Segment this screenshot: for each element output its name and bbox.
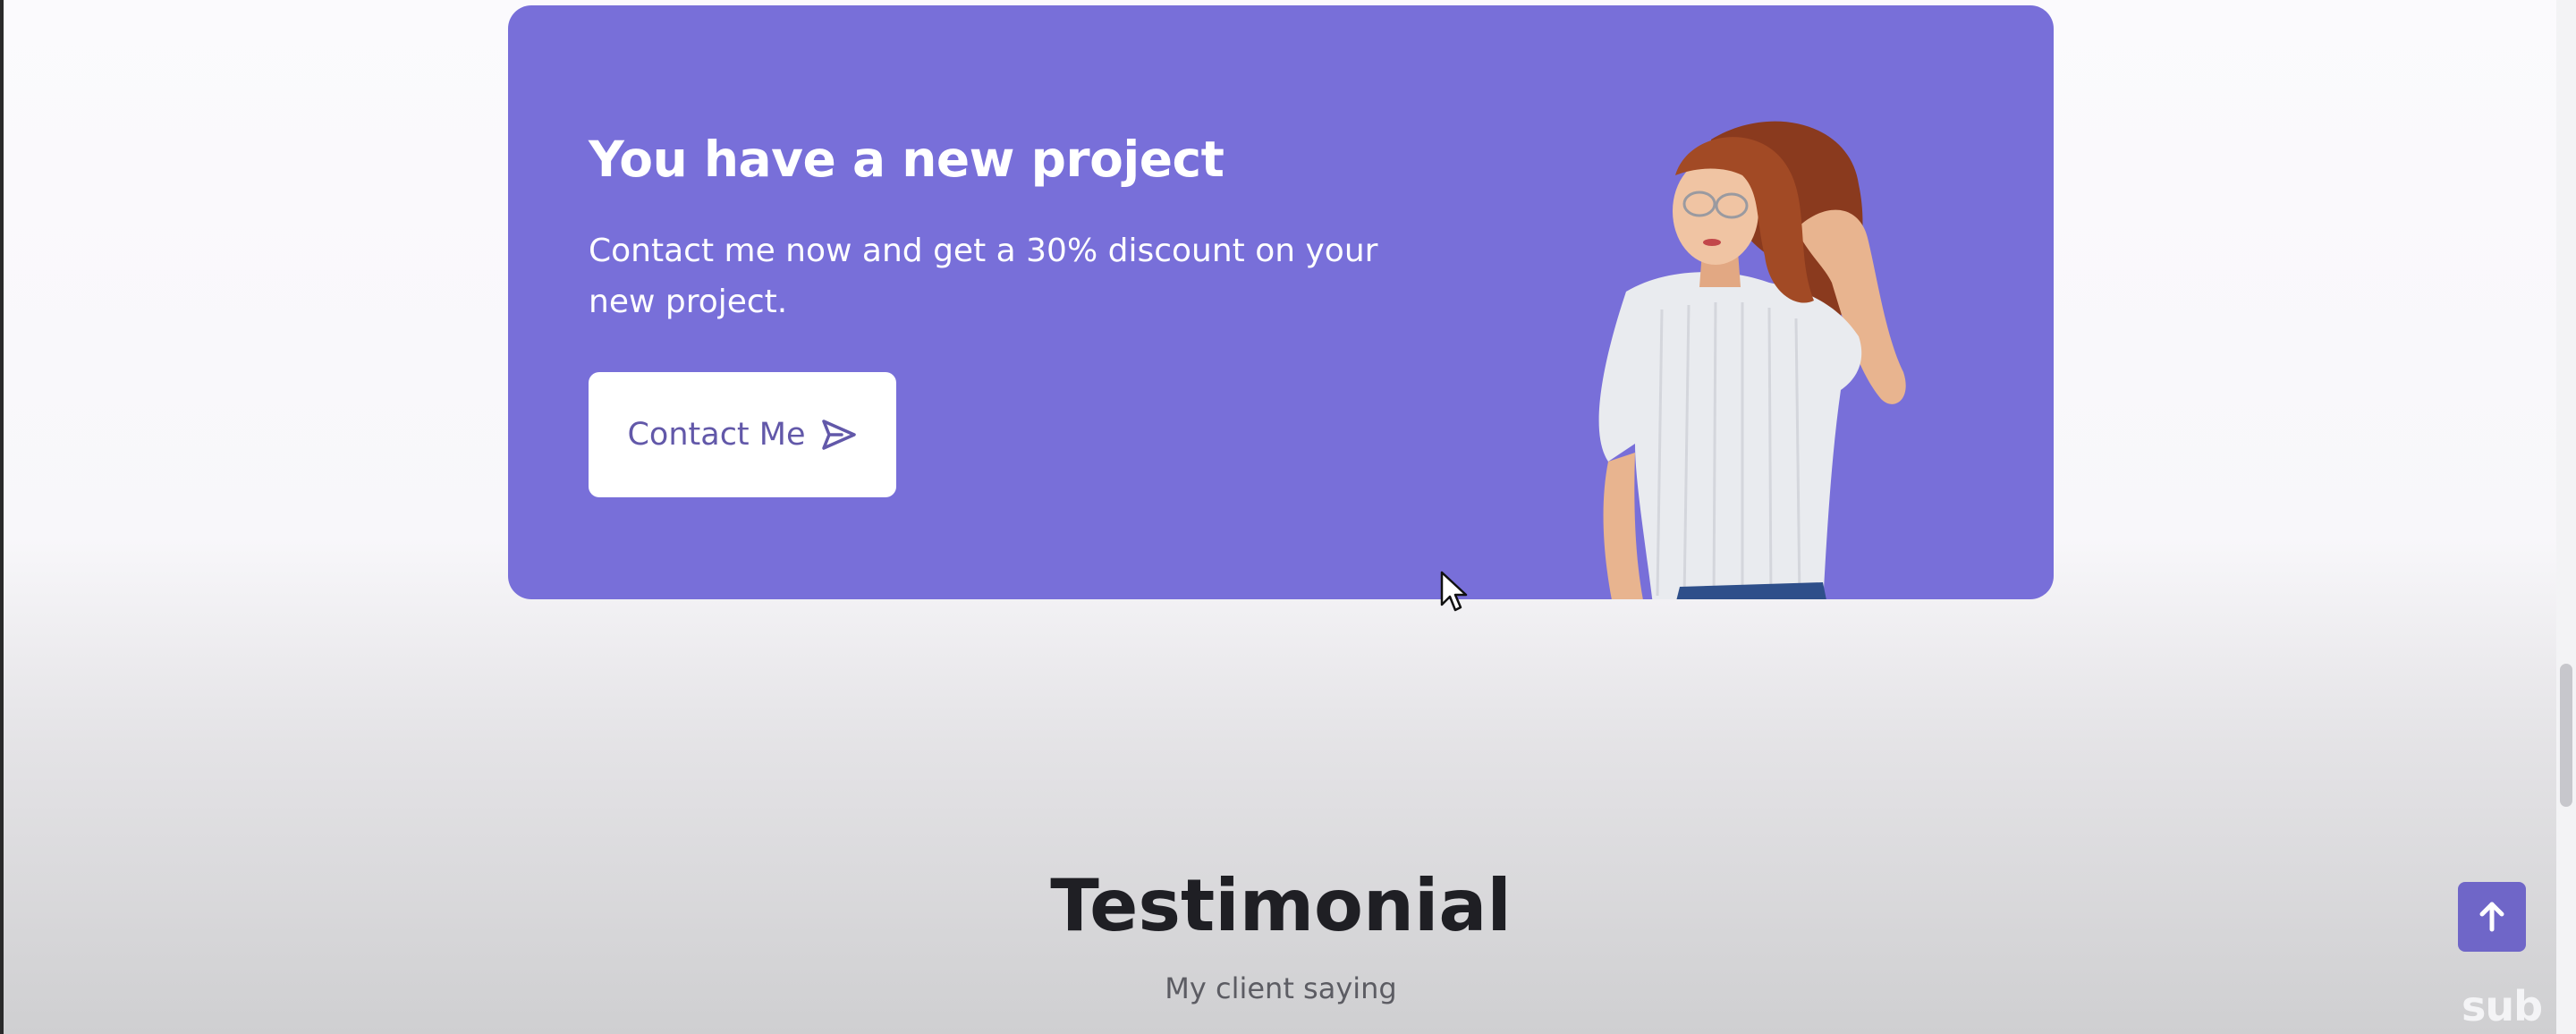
project-banner: You have a new project Contact me now an… xyxy=(508,5,2054,599)
scrollbar-track[interactable] xyxy=(2556,0,2576,1034)
watermark-logo: sub xyxy=(2462,982,2543,1030)
arrow-up-icon xyxy=(2479,902,2504,932)
testimonial-title: Testimonial xyxy=(1050,864,1512,947)
woman-portrait-image xyxy=(1598,121,1906,599)
contact-button-label: Contact Me xyxy=(627,417,806,453)
send-icon xyxy=(820,419,858,451)
banner-text: Contact me now and get a 30% discount on… xyxy=(589,233,1378,320)
contact-me-button[interactable]: Contact Me xyxy=(589,372,896,497)
scrollbar-thumb[interactable] xyxy=(2560,664,2572,807)
banner-title: You have a new project xyxy=(589,131,1224,188)
scroll-up-button[interactable] xyxy=(2458,882,2526,952)
mouse-cursor-icon xyxy=(1440,571,1468,612)
testimonial-subtitle: My client saying xyxy=(1165,971,1397,1005)
